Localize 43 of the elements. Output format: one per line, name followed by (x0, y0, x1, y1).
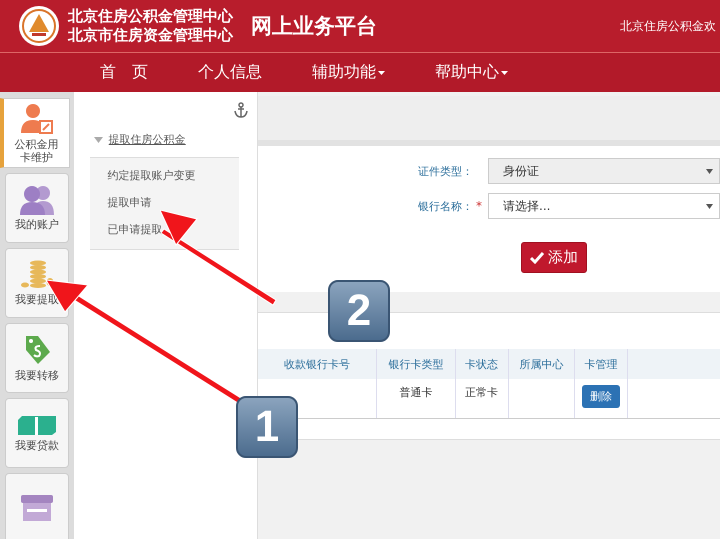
select-field[interactable]: 请选择... (488, 193, 720, 219)
nav-item[interactable]: 个人信息 (178, 53, 282, 92)
column-header: 所属中心 (508, 349, 574, 379)
nav-item[interactable]: 首 页 (80, 53, 168, 92)
platform-title: 网上业务平台 (251, 13, 377, 40)
sidebar-item[interactable]: 公积金用卡维护 (0, 98, 70, 168)
column-header: 收款银行卡号 (258, 349, 376, 379)
submenu-group[interactable]: 提取住房公积金 (90, 132, 190, 147)
sidebar-item[interactable]: 我要贷款 (5, 398, 69, 468)
emblem-icon (18, 5, 60, 47)
organization-name: 北京住房公积金管理中心 (68, 7, 233, 26)
organization-name: 北京市住房资金管理中心 (68, 26, 233, 45)
sidebar-item[interactable] (5, 473, 69, 539)
caret-icon (706, 168, 713, 174)
add-button[interactable]: 添加 (521, 242, 587, 273)
submenu-item[interactable]: 已申请提取 (90, 216, 239, 243)
column-header: 银行卡类型 (376, 349, 456, 379)
sidebar-item[interactable]: 我要转移 (5, 323, 69, 393)
table-cell: 普通卡 (376, 379, 456, 418)
column-header: 卡管理 (574, 349, 628, 379)
field-label: 证件类型： (418, 164, 474, 178)
caret-icon (94, 136, 103, 142)
caret-icon (706, 204, 713, 208)
number-badge: 1 (236, 396, 298, 458)
required-mark: * (476, 199, 482, 213)
field-label: 银行名称： (418, 198, 474, 214)
storefront-icon (19, 493, 55, 523)
submenu-item[interactable]: 约定提取账户变更 (90, 162, 239, 189)
sidebar-item[interactable]: 我的账户 (5, 173, 69, 243)
user-edit-icon (20, 102, 54, 134)
number-badge: 2 (328, 280, 390, 342)
coins-icon (20, 260, 54, 290)
welcome-text: 北京住房公积金欢 (620, 18, 716, 34)
check-icon (530, 252, 544, 264)
nav-item[interactable]: 帮助中心 (415, 53, 528, 92)
delete-button[interactable]: 删除 (582, 385, 620, 408)
nav-item[interactable]: 辅助功能 (292, 53, 405, 92)
anchor-icon (233, 102, 249, 118)
users-icon (19, 185, 55, 215)
column-header: 卡状态 (455, 349, 508, 379)
table-cell: 正常卡 (455, 379, 508, 418)
submenu-item[interactable]: 提取申请 (90, 189, 239, 216)
money-stack-icon (16, 414, 58, 436)
